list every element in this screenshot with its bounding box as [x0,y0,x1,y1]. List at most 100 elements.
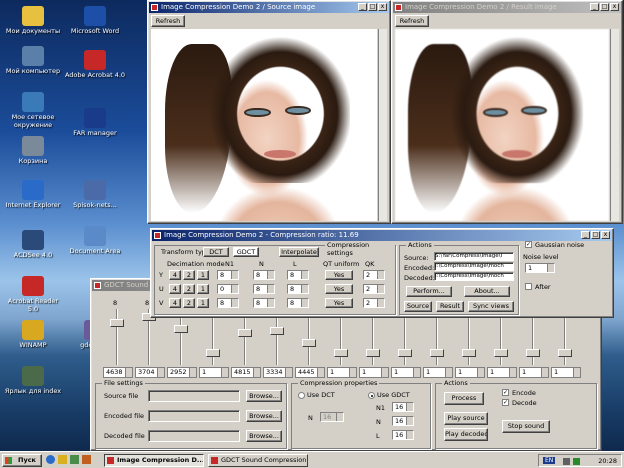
slider-thumb[interactable] [494,349,508,357]
decimation-button[interactable]: 1 [197,270,209,280]
result-view-button[interactable]: Result [436,301,464,312]
tab-gdct[interactable]: GDCT [233,247,259,257]
decimation-button[interactable]: 2 [183,284,195,294]
n2-spin[interactable]: 16 [392,416,414,426]
media-quick-icon[interactable] [82,455,91,464]
outlook-quick-icon[interactable] [58,455,67,464]
network-icon[interactable]: Мое сетевое окружение [2,92,64,129]
n-spin[interactable]: 16 [320,412,344,422]
use-dct-radio[interactable] [298,392,305,399]
maximize-icon[interactable]: □ [591,231,600,239]
decoded-path-field[interactable]: I:\Compress\Image\moch [434,272,514,281]
ie-icon[interactable]: Internet Explorer [2,180,64,209]
acdsee-icon[interactable]: ACDSee 4.0 [2,230,64,259]
winamp-icon[interactable]: WINAMP [2,320,64,349]
tab-dct[interactable]: DCT [203,247,229,257]
process-button[interactable]: Process [444,392,484,405]
slider-thumb[interactable] [430,349,444,357]
slider-thumb[interactable] [398,349,412,357]
band-value-spin[interactable]: 1 [391,367,421,378]
browse-encoded-button[interactable]: Browse... [246,410,282,422]
task-gdct-sound[interactable]: GDCT Sound Compression... [208,454,308,467]
start-button[interactable]: Пуск [2,454,42,467]
perform-button[interactable]: Perform... [406,286,452,297]
encoded-path-field[interactable]: I:\Compress\Image\moch [434,262,514,271]
acrobat-icon[interactable]: Adobe Acrobat 4.0 [64,50,126,79]
minimize-icon[interactable]: _ [590,3,599,11]
n-spin[interactable]: 8 [253,284,275,294]
slider-thumb[interactable] [174,325,188,333]
result-scrollbar[interactable] [610,29,619,221]
band-value-spin[interactable]: 1 [519,367,549,378]
slider-thumb[interactable] [206,349,220,357]
decimation-button[interactable]: 2 [183,298,195,308]
l-spin[interactable]: 8 [287,284,309,294]
main-window-titlebar[interactable]: Image Compression Demo 2 - Compression r… [152,230,612,241]
word-icon[interactable]: Microsoft Word [64,6,126,35]
volume-icon[interactable] [563,458,570,465]
n1-spin[interactable]: 0 [217,284,239,294]
close-icon[interactable]: x [378,3,387,11]
gaussian-noise-checkbox[interactable]: ✓ [525,241,532,248]
l-spin[interactable]: 16 [392,430,414,440]
document-icon[interactable]: Document Area [64,226,126,255]
decimation-button[interactable]: 4 [169,270,181,280]
source-image-window[interactable]: Image Compression Demo 2 / Source image … [147,0,391,224]
qt-uniform-button[interactable]: Yes [325,270,353,280]
decoded-file-field[interactable] [148,430,240,442]
shortcut-icon[interactable]: Ярлык для index [2,366,64,395]
band-value-spin[interactable]: 1 [327,367,357,378]
source-window-titlebar[interactable]: Image Compression Demo 2 / Source image … [149,2,389,13]
language-indicator[interactable]: EN [543,457,556,464]
far-manager-icon[interactable]: FAR manager [64,108,126,137]
recycle-bin-icon[interactable]: Корзина [2,136,64,165]
band-value-spin[interactable]: 1 [199,367,229,378]
slider-thumb[interactable] [270,327,284,335]
use-gdct-radio[interactable] [368,392,375,399]
band-value-spin[interactable]: 4638 [103,367,133,378]
slider-thumb[interactable] [526,349,540,357]
after-checkbox[interactable] [525,283,532,290]
n1-spin[interactable]: 16 [392,402,414,412]
about-button[interactable]: About... [464,286,510,297]
band-value-spin[interactable]: 3704 [135,367,165,378]
band-value-spin[interactable]: 1 [455,367,485,378]
slider-thumb[interactable] [558,349,572,357]
band-value-spin[interactable]: 1 [487,367,517,378]
decimation-button[interactable]: 2 [183,270,195,280]
my-documents-icon[interactable]: Мои документы [2,6,64,35]
decimation-button[interactable]: 1 [197,284,209,294]
result-refresh-button[interactable]: Refresh [395,15,429,27]
result-window-titlebar[interactable]: Image Compression Demo 2 / Result image … [393,2,621,13]
slider-thumb[interactable] [110,319,124,327]
doc-file-icon[interactable]: Spisok-nets... [64,180,126,209]
decimation-button[interactable]: 4 [169,284,181,294]
clock[interactable]: 20:28 [598,457,617,465]
main-control-window[interactable]: Image Compression Demo 2 - Compression r… [150,228,614,318]
source-refresh-button[interactable]: Refresh [151,15,185,27]
decode-checkbox[interactable]: ✓ [502,399,509,406]
source-scrollbar[interactable] [378,29,387,221]
sync-views-button[interactable]: Sync views [468,301,514,312]
maximize-icon[interactable]: □ [600,3,609,11]
slider-thumb[interactable] [302,339,316,347]
qk-spin[interactable]: 2 [363,270,385,280]
decimation-button[interactable]: 1 [197,298,209,308]
tray-icon[interactable] [573,458,580,465]
band-value-spin[interactable]: 1 [551,367,581,378]
n1-spin[interactable]: 8 [217,270,239,280]
tab-interpolate[interactable]: Interpolate [279,247,319,257]
band-value-spin[interactable]: 4815 [231,367,261,378]
acrobat-reader-icon[interactable]: Acrobat Reader 5.0 [2,276,64,313]
slider-thumb[interactable] [462,349,476,357]
source-file-field[interactable] [148,390,240,402]
close-icon[interactable]: x [601,231,610,239]
source-view-button[interactable]: Source [404,301,432,312]
encode-checkbox[interactable]: ✓ [502,389,509,396]
close-icon[interactable]: x [610,3,619,11]
stop-sound-button[interactable]: Stop sound [502,420,550,433]
qk-spin[interactable]: 2 [363,298,385,308]
browse-source-button[interactable]: Browse... [246,390,282,402]
desktop-quick-icon[interactable] [70,455,79,464]
noise-level-spin[interactable]: 1 [525,263,555,273]
